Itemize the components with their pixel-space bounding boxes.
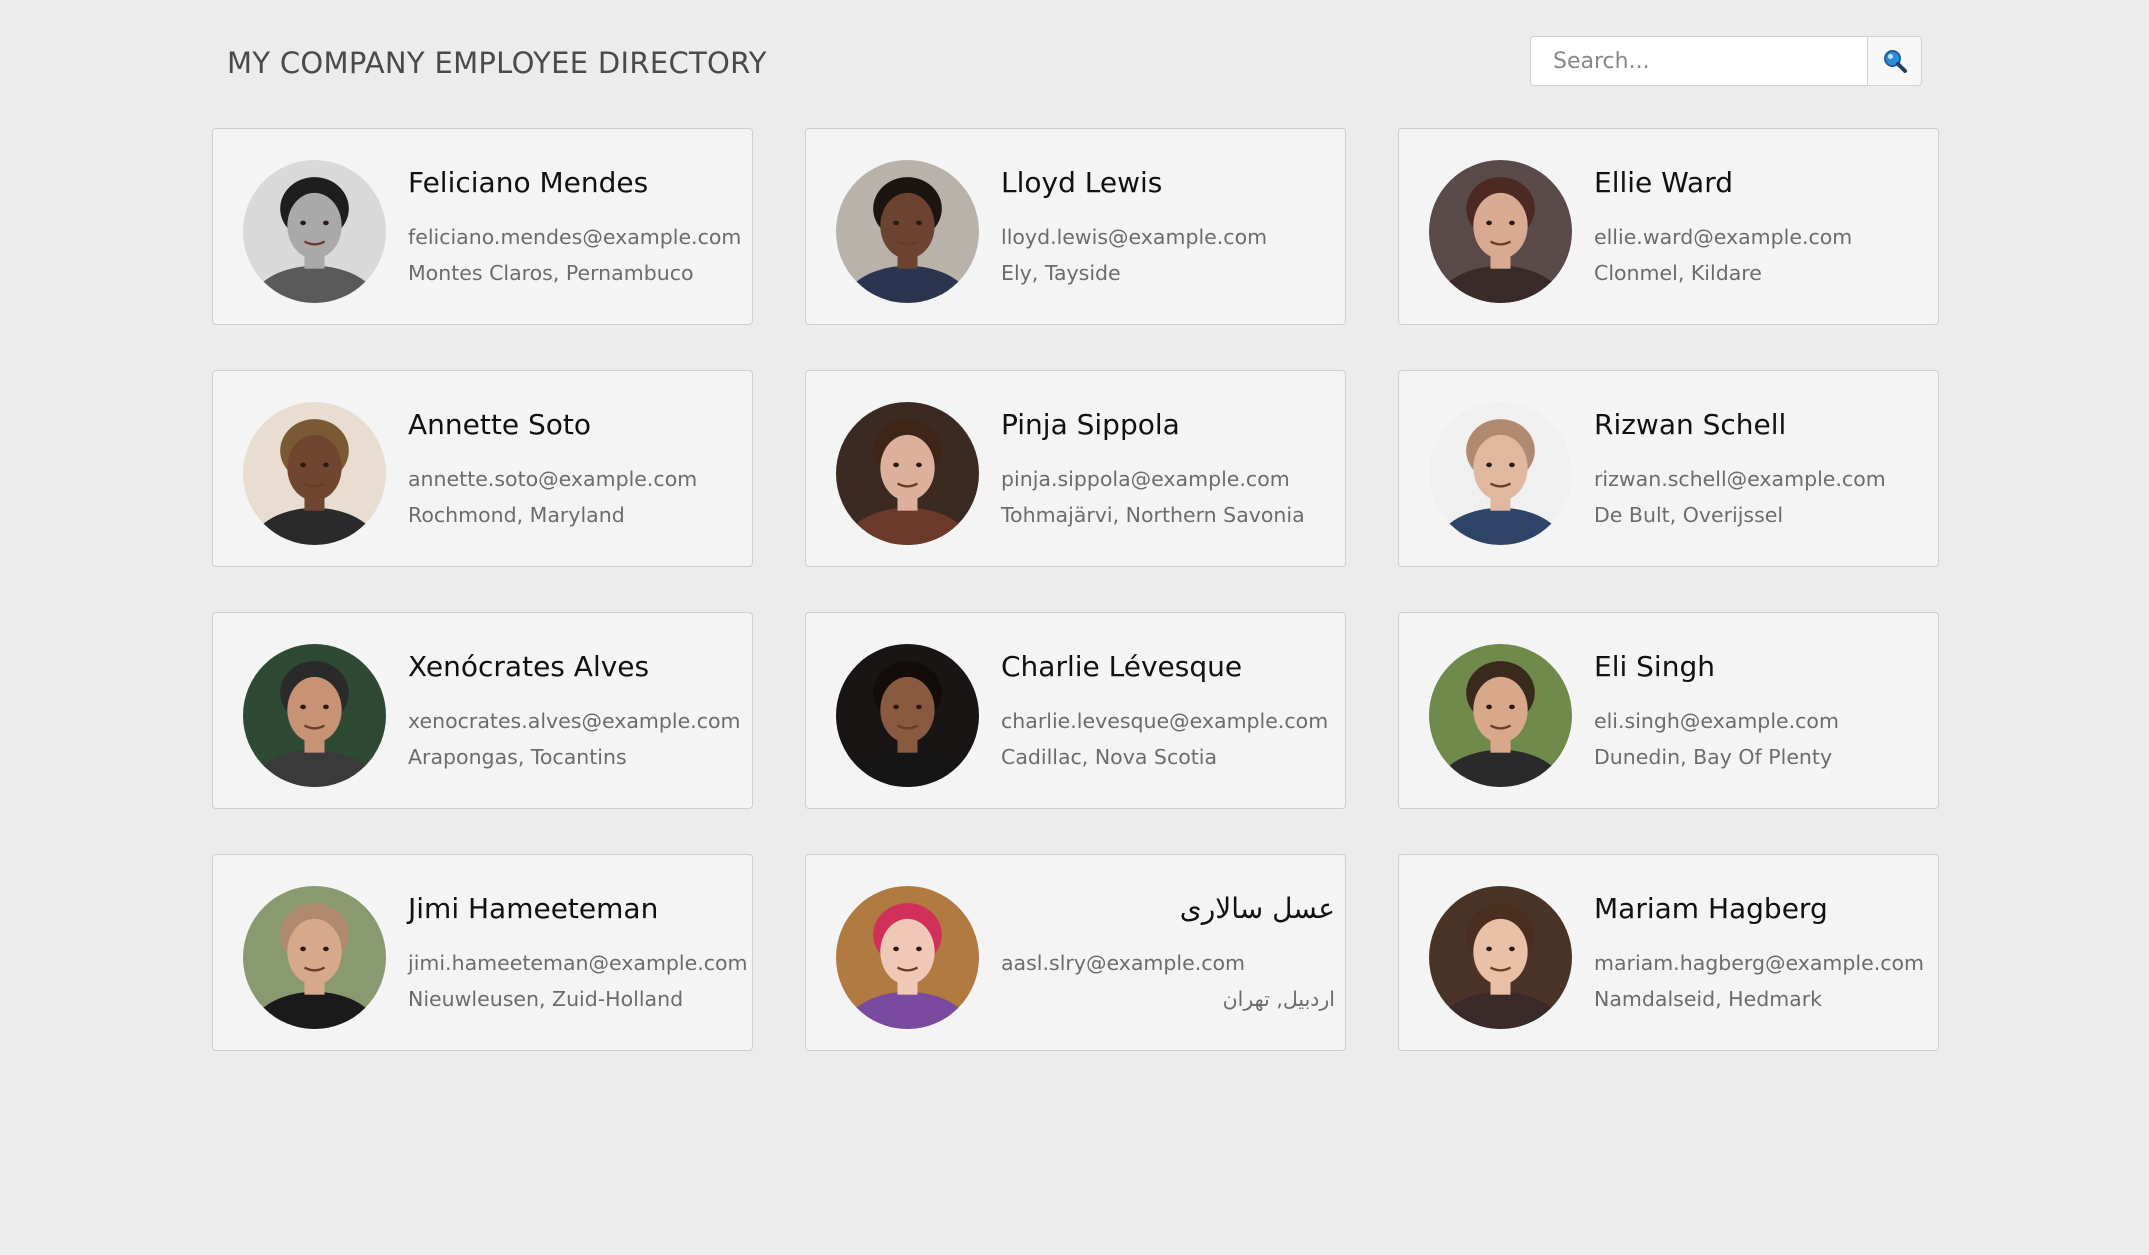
employee-card[interactable]: Pinja Sippola pinja.sippola@example.com To… [805,370,1346,567]
employee-email: jimi.hameeteman@example.com [408,951,748,975]
employee-location: Tohmajärvi, Northern Savonia [1001,502,1305,527]
employee-email: pinja.sippola@example.com [1001,467,1290,491]
page-title: MY COMPANY EMPLOYEE DIRECTORY [227,46,767,80]
employee-name: Pinja Sippola [1001,408,1180,441]
search-button[interactable] [1868,36,1922,86]
employee-email: charlie.levesque@example.com [1001,709,1329,733]
employee-location: Clonmel, Kildare [1594,260,1762,285]
employee-location: De Bult, Overijssel [1594,502,1784,527]
employee-email: eli.singh@example.com [1594,709,1839,733]
employee-email: aasl.slry@example.com [1001,951,1245,975]
employee-info: Charlie Lévesque charlie.levesque@example… [1001,653,1335,767]
employee-card[interactable]: Charlie Lévesque charlie.levesque@example… [805,612,1346,809]
employee-email: ellie.ward@example.com [1594,225,1853,249]
employee-name: Rizwan Schell [1594,408,1787,441]
employee-card[interactable]: Mariam Hagberg mariam.hagberg@example.com… [1398,854,1939,1051]
employee-email: xenocrates.alves@example.com [408,709,741,733]
employee-email: feliciano.mendes@example.com [408,225,742,249]
employee-info: Annette Soto annette.soto@example.com Roch… [408,411,742,525]
employee-card[interactable]: Feliciano Mendes feliciano.mendes@example… [212,128,753,325]
employee-info: Pinja Sippola pinja.sippola@example.com To… [1001,411,1335,525]
employee-location: Dunedin, Bay Of Plenty [1594,744,1833,769]
avatar [836,402,979,545]
employee-name: Ellie Ward [1594,166,1734,199]
employee-location: اردبیل, تهران [1222,986,1335,1011]
employee-card[interactable]: Eli Singh eli.singh@example.com Dunedin, B… [1398,612,1939,809]
employee-name: Annette Soto [408,408,591,441]
employee-info: Eli Singh eli.singh@example.com Dunedin, B… [1594,653,1928,767]
employee-card[interactable]: Xenócrates Alves xenocrates.alves@example… [212,612,753,809]
employee-name: Xenócrates Alves [408,650,650,683]
avatar [1429,160,1572,303]
employee-info: Rizwan Schell rizwan.schell@example.com De… [1594,411,1928,525]
employee-card[interactable]: Annette Soto annette.soto@example.com Roch… [212,370,753,567]
avatar [1429,402,1572,545]
employee-info: Mariam Hagberg mariam.hagberg@example.com… [1594,895,1928,1009]
employee-grid: Feliciano Mendes feliciano.mendes@example… [212,128,1939,1051]
employee-email: mariam.hagberg@example.com [1594,951,1925,975]
employee-name: Mariam Hagberg [1594,892,1828,925]
avatar [243,402,386,545]
employee-info: Lloyd Lewis lloyd.lewis@example.com Ely, T… [1001,169,1335,283]
employee-card[interactable]: Jimi Hameeteman jimi.hameeteman@example.c… [212,854,753,1051]
employee-location: Rochmond, Maryland [408,502,625,527]
employee-info: Feliciano Mendes feliciano.mendes@example… [408,169,742,283]
avatar [836,160,979,303]
employee-name: Jimi Hameeteman [408,892,659,925]
search-form [1530,36,1922,86]
employee-name: Lloyd Lewis [1001,166,1163,199]
employee-info: Xenócrates Alves xenocrates.alves@example… [408,653,742,767]
employee-card[interactable]: Lloyd Lewis lloyd.lewis@example.com Ely, T… [805,128,1346,325]
avatar [243,886,386,1029]
header: MY COMPANY EMPLOYEE DIRECTORY [212,34,1936,94]
employee-name: Charlie Lévesque [1001,650,1243,683]
employee-name: عسل سالاری [1179,892,1335,925]
employee-name: Feliciano Mendes [408,166,649,199]
magnifier-icon [1883,50,1907,73]
employee-location: Cadillac, Nova Scotia [1001,744,1218,769]
employee-email: rizwan.schell@example.com [1594,467,1886,491]
employee-name: Eli Singh [1594,650,1715,683]
employee-location: Arapongas, Tocantins [408,744,627,769]
employee-card[interactable]: عسل سالاری aasl.slry@example.com اردبیل, ت… [805,854,1346,1051]
employee-card[interactable]: Rizwan Schell rizwan.schell@example.com De… [1398,370,1939,567]
avatar [1429,644,1572,787]
avatar [1429,886,1572,1029]
avatar [243,160,386,303]
employee-directory-page: MY COMPANY EMPLOYEE DIRECTORY Feliciano … [0,0,2149,1255]
employee-info: Ellie Ward ellie.ward@example.com Clonmel,… [1594,169,1928,283]
employee-location: Nieuwleusen, Zuid-Holland [408,986,684,1011]
employee-email: lloyd.lewis@example.com [1001,225,1268,249]
avatar [836,644,979,787]
employee-location: Montes Claros, Pernambuco [408,260,694,285]
employee-card[interactable]: Ellie Ward ellie.ward@example.com Clonmel,… [1398,128,1939,325]
employee-info: Jimi Hameeteman jimi.hameeteman@example.c… [408,892,748,1011]
search-input[interactable] [1530,36,1868,86]
avatar [243,644,386,787]
employee-location: Namdalseid, Hedmark [1594,986,1823,1011]
employee-location: Ely, Tayside [1001,260,1121,285]
employee-email: annette.soto@example.com [408,467,698,491]
employee-info: عسل سالاری aasl.slry@example.com اردبیل, ت… [1001,895,1335,1009]
avatar [836,886,979,1029]
